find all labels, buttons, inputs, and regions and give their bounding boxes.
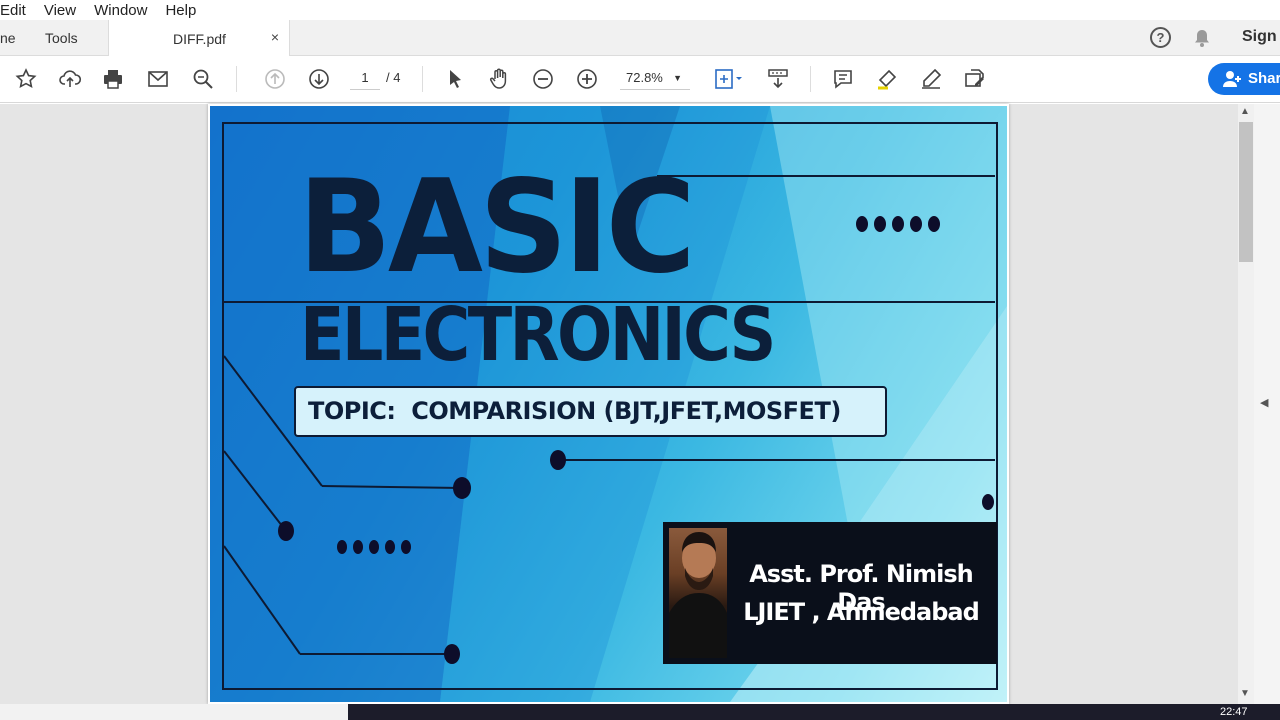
chevron-down-icon: ▼ xyxy=(673,73,682,83)
scrollbar-thumb[interactable] xyxy=(1239,122,1253,262)
tab-tools[interactable]: Tools xyxy=(45,20,78,56)
scroll-mode-icon[interactable] xyxy=(765,66,791,92)
scroll-up-arrow-icon[interactable]: ▲ xyxy=(1240,106,1250,117)
toolbar-separator xyxy=(236,66,237,92)
slide-topic: TOPIC: COMPARISION (BJT,JFET,MOSFET) xyxy=(294,386,887,437)
taskbar-clock: 22:47 xyxy=(1220,706,1248,718)
help-icon[interactable]: ? xyxy=(1150,27,1171,48)
page-number-input[interactable]: 1 xyxy=(350,66,380,90)
edit-form-icon[interactable] xyxy=(962,66,988,92)
zoom-level-select[interactable]: 72.8% ▼ xyxy=(620,66,690,90)
email-icon[interactable] xyxy=(145,66,171,92)
notification-bell-icon[interactable] xyxy=(1192,28,1212,53)
previous-page-icon[interactable] xyxy=(262,66,288,92)
menu-window[interactable]: Window xyxy=(94,2,147,19)
menu-help[interactable]: Help xyxy=(165,2,196,19)
select-cursor-icon[interactable] xyxy=(442,66,468,92)
print-icon[interactable] xyxy=(100,66,126,92)
author-affiliation: LJIET , Ahmedabad xyxy=(743,598,980,626)
author-photo xyxy=(669,528,727,658)
sign-pen-icon[interactable] xyxy=(918,66,944,92)
taskbar-search[interactable] xyxy=(0,704,348,720)
close-tab-icon[interactable]: × xyxy=(271,29,279,45)
tab-document[interactable]: DIFF.pdf × xyxy=(108,20,290,57)
slide-content: BASIC ELECTRONICS TOPIC: COMPARISION (BJ… xyxy=(210,106,1007,702)
upload-cloud-icon[interactable] xyxy=(57,66,83,92)
tab-bar: ne Tools DIFF.pdf × xyxy=(0,20,1280,57)
tab-document-label: DIFF.pdf xyxy=(173,30,226,47)
slide-title-line1: BASIC xyxy=(298,153,696,302)
bookmark-star-icon[interactable] xyxy=(13,66,39,92)
menu-view[interactable]: View xyxy=(44,2,76,19)
hand-tool-icon[interactable] xyxy=(486,66,512,92)
toolbar-separator xyxy=(422,66,423,92)
highlighter-icon[interactable] xyxy=(874,66,900,92)
zoom-in-icon[interactable] xyxy=(574,66,600,92)
tab-home[interactable]: ne xyxy=(0,20,26,56)
search-icon[interactable] xyxy=(190,66,216,92)
share-button[interactable]: Shar xyxy=(1208,63,1280,95)
menu-edit[interactable]: Edit xyxy=(0,2,26,19)
pdf-page: BASIC ELECTRONICS TOPIC: COMPARISION (BJ… xyxy=(208,104,1009,704)
scroll-down-arrow-icon[interactable]: ▼ xyxy=(1240,688,1250,699)
slide-title-line2: ELECTRONICS xyxy=(300,292,776,378)
page-total: / 4 xyxy=(386,70,401,85)
sign-in-link[interactable]: Sign xyxy=(1242,28,1277,46)
expand-panel-icon[interactable]: ◀ xyxy=(1260,396,1268,409)
share-button-label: Shar xyxy=(1248,70,1280,87)
menu-bar: Edit View Window Help xyxy=(0,0,1280,20)
next-page-icon[interactable] xyxy=(306,66,332,92)
zoom-level-value: 72.8% xyxy=(626,70,663,85)
comment-icon[interactable] xyxy=(830,66,856,92)
fit-page-icon[interactable] xyxy=(710,66,746,92)
zoom-out-icon[interactable] xyxy=(530,66,556,92)
author-card: Asst. Prof. Nimish Das LJIET , Ahmedabad xyxy=(663,522,997,664)
toolbar-separator xyxy=(810,66,811,92)
